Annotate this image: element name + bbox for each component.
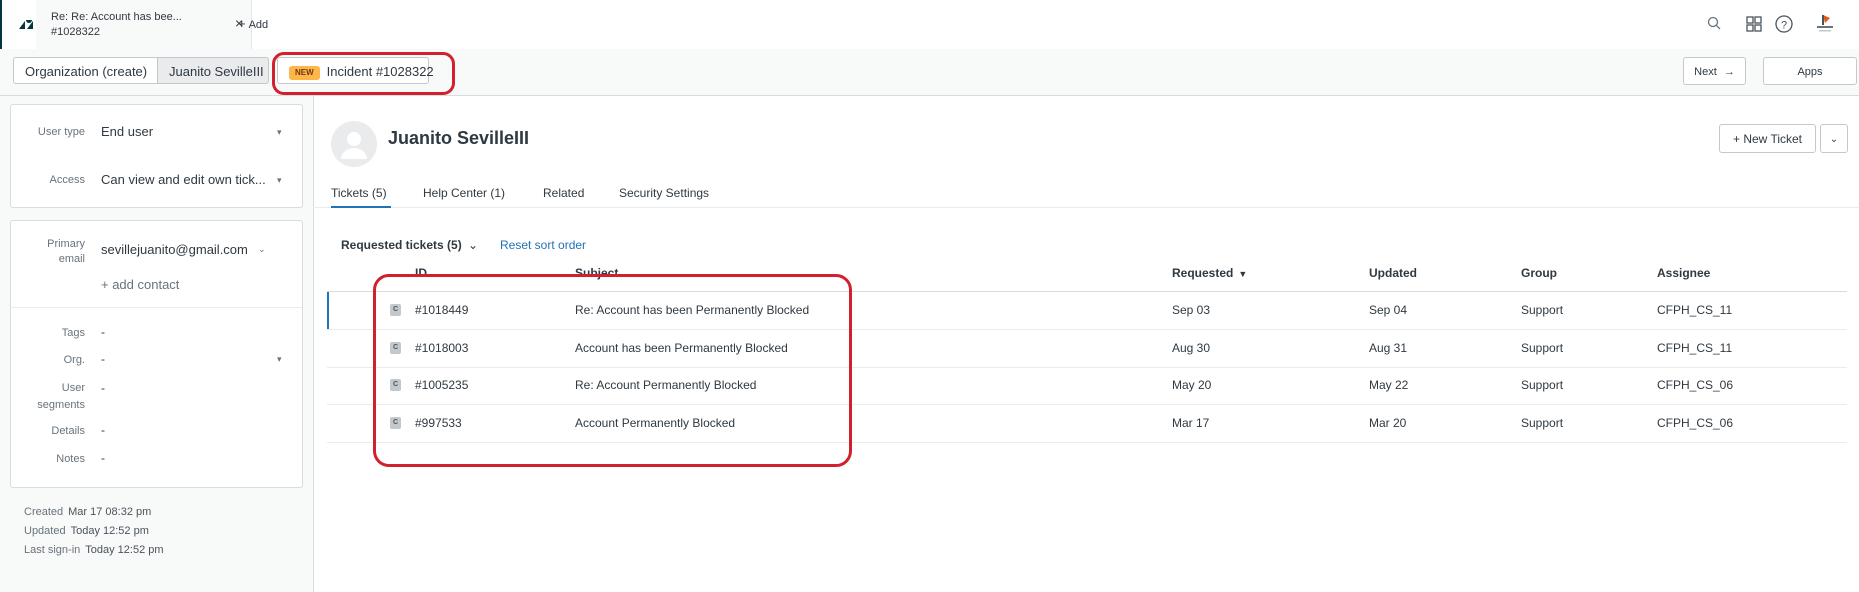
search-icon[interactable] [1705, 14, 1725, 34]
annotation-highlight-incident [272, 52, 455, 95]
ticket-requested: Sep 03 [1172, 303, 1211, 317]
breadcrumb-user[interactable]: Juanito SevilleIII [157, 57, 269, 84]
updated-meta: Updated Today 12:52 pm [24, 525, 149, 537]
annotation-highlight-tickets [373, 274, 852, 467]
last-signin-label: Last sign-in [24, 544, 81, 556]
arrow-right-icon: → [1723, 66, 1735, 78]
ticket-tab[interactable]: Re: Re: Account has bee... #1028322 × [36, 0, 252, 49]
add-tab-label: Add [248, 19, 269, 31]
column-header-requested[interactable]: Requested ▼ [1172, 266, 1247, 280]
updated-value: Today 12:52 pm [70, 525, 149, 537]
chevron-down-icon[interactable]: ▾ [277, 127, 282, 138]
ticket-assignee: CFPH_CS_06 [1657, 416, 1734, 430]
column-header-assignee[interactable]: Assignee [1657, 266, 1710, 280]
apps-button[interactable]: Apps [1763, 57, 1857, 85]
column-header-requested-label: Requested [1172, 266, 1234, 280]
ticket-tab-title: Re: Re: Account has bee... [51, 11, 182, 23]
column-header-updated[interactable]: Updated [1369, 266, 1417, 280]
tab-tickets[interactable]: Tickets (5) [331, 186, 387, 200]
ticket-updated: Mar 20 [1369, 416, 1407, 430]
user-type-card: User type End user ▾ Access Can view and… [10, 104, 303, 208]
access-select[interactable]: Can view and edit own tick... [101, 172, 266, 187]
ticket-requested: Mar 17 [1172, 416, 1210, 430]
ticket-assignee: CFPH_CS_06 [1657, 378, 1734, 392]
user-type-label: User type [37, 126, 85, 138]
chevron-down-icon[interactable]: ▾ [277, 354, 282, 365]
created-value: Mar 17 08:32 pm [68, 506, 152, 518]
brand-edge [0, 0, 2, 49]
user-type-select[interactable]: End user [101, 124, 153, 139]
active-tab-indicator [331, 206, 391, 208]
ticket-assignee: CFPH_CS_11 [1657, 303, 1733, 317]
apps-grid-icon[interactable] [1744, 14, 1764, 34]
chevron-down-icon[interactable]: ▾ [277, 175, 282, 186]
ticket-requested: May 20 [1172, 378, 1212, 392]
user-silhouette-icon [341, 132, 367, 159]
chevron-down-icon: ⌄ [468, 238, 479, 252]
last-signin-meta: Last sign-in Today 12:52 pm [24, 544, 164, 556]
ticket-group: Support [1521, 416, 1564, 430]
contact-card: Primary email sevillejuanito@gmail.com ⌄… [10, 220, 303, 488]
help-icon[interactable]: ? [1774, 14, 1794, 34]
details-field[interactable]: - [101, 423, 105, 437]
avatar [331, 121, 377, 167]
details-label: Details [51, 425, 85, 437]
tags-label: Tags [61, 327, 85, 339]
last-signin-value: Today 12:52 pm [85, 544, 164, 556]
ticket-updated: Aug 31 [1369, 341, 1408, 355]
add-contact-link[interactable]: + add contact [101, 277, 179, 292]
tab-help-center[interactable]: Help Center (1) [423, 186, 505, 200]
user-segments-label-line2: segments [37, 399, 85, 411]
org-label: Org. [63, 354, 85, 366]
ticket-assignee: CFPH_CS_11 [1657, 341, 1733, 355]
ticket-group: Support [1521, 378, 1564, 392]
created-label: Created [24, 506, 64, 518]
tab-security-settings[interactable]: Security Settings [619, 186, 709, 200]
primary-email-label-line1: Primary [47, 238, 85, 250]
breadcrumb-organization[interactable]: Organization (create) [13, 57, 158, 84]
ticket-tab-id: #1028322 [51, 26, 100, 38]
next-label: Next [1694, 66, 1717, 78]
tabs-divider [313, 207, 1859, 208]
next-button[interactable]: Next → [1683, 57, 1746, 85]
requested-tickets-label: Requested tickets (5) [341, 238, 462, 252]
new-ticket-button[interactable]: + New Ticket [1719, 124, 1816, 153]
user-segments-label-line1: User [61, 382, 85, 394]
user-segments-value: - [101, 381, 105, 395]
ticket-group: Support [1521, 303, 1564, 317]
ticket-group: Support [1521, 341, 1564, 355]
add-tab-button[interactable]: + Add [238, 16, 268, 31]
notes-label: Notes [56, 453, 85, 465]
tab-related[interactable]: Related [543, 186, 584, 200]
primary-email-label-line2: email [58, 253, 85, 265]
ticket-requested: Aug 30 [1172, 341, 1211, 355]
primary-email-value[interactable]: sevillejuanito@gmail.com [101, 242, 248, 257]
created-meta: Created Mar 17 08:32 pm [24, 506, 151, 518]
chevron-down-icon[interactable]: ⌄ [258, 244, 266, 255]
svg-text:?: ? [1781, 20, 1787, 32]
plus-icon: + [238, 16, 246, 31]
org-select[interactable]: - [101, 352, 105, 366]
chevron-down-icon[interactable]: ⌄ [1820, 124, 1848, 153]
updated-label: Updated [24, 525, 66, 537]
access-label: Access [49, 174, 85, 186]
column-header-group[interactable]: Group [1521, 266, 1557, 280]
breadcrumb: Organization (create) Juanito SevilleIII… [0, 49, 1859, 96]
notes-field[interactable]: - [101, 451, 105, 465]
ticket-updated: Sep 04 [1369, 303, 1408, 317]
top-tab-bar: Re: Re: Account has bee... #1028322 × + A… [0, 0, 1859, 50]
logo-icon[interactable] [18, 16, 34, 32]
reset-sort-link[interactable]: Reset sort order [500, 238, 586, 252]
user-details-panel: User type End user ▾ Access Can view and… [0, 96, 314, 592]
ticket-updated: May 22 [1369, 378, 1409, 392]
requested-tickets-dropdown[interactable]: Requested tickets (5) ⌄ [341, 238, 478, 252]
sort-desc-icon: ▼ [1238, 269, 1248, 279]
page-title: Juanito SevilleIII [388, 128, 530, 148]
divider [11, 307, 302, 308]
account-avatar-icon[interactable] [1813, 12, 1837, 36]
tags-field[interactable]: - [101, 325, 105, 339]
